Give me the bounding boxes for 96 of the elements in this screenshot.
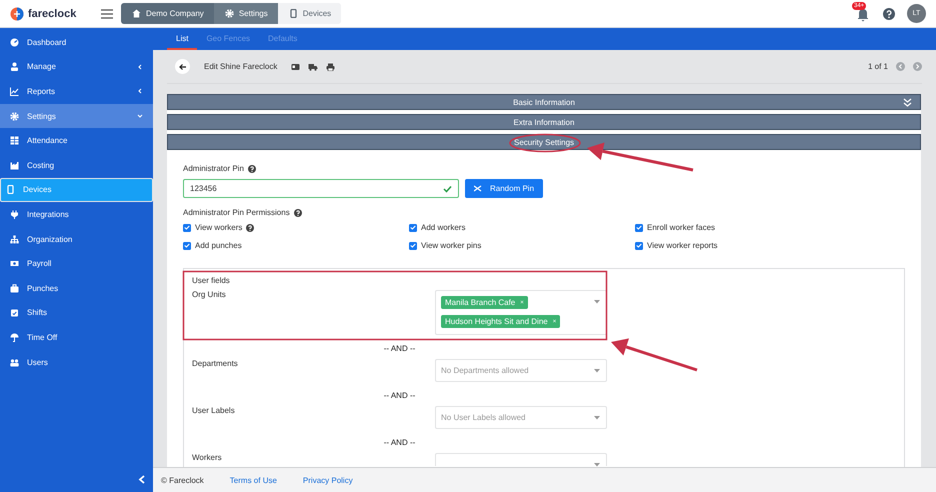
select-field[interactable]: No User Labels allowed (435, 406, 607, 429)
sidebar-item[interactable]: Punches (0, 276, 153, 301)
help-icon[interactable] (883, 8, 895, 20)
line-chart-icon (10, 86, 19, 96)
caret-down-icon (594, 369, 600, 373)
random-pin-button[interactable]: Random Pin (465, 179, 544, 198)
help-icon[interactable] (246, 224, 254, 232)
help-icon[interactable] (248, 164, 256, 172)
factory-icon (10, 160, 19, 170)
shuffle-icon (474, 185, 482, 192)
arrow-left-icon (179, 64, 186, 70)
gear-icon (224, 9, 234, 18)
select-field[interactable] (435, 453, 607, 466)
section-header[interactable]: Basic Information (167, 94, 921, 110)
phone-icon (288, 9, 298, 18)
sidebar-item[interactable]: Users (0, 350, 153, 374)
checkbox[interactable] (183, 242, 191, 250)
sidebar-item[interactable]: Manage (0, 54, 153, 80)
separator-text: -- AND -- (384, 391, 416, 400)
sidebar-item[interactable]: Integrations (0, 202, 153, 227)
person-icon (10, 62, 19, 72)
section-subtitle: User fields (192, 276, 231, 285)
chevron-right-icon (915, 64, 920, 69)
field-label: Org Units (192, 290, 227, 301)
breadcrumb-link[interactable]: Settings (214, 3, 278, 24)
checkbox-label: View worker reports (647, 241, 718, 250)
separator-text: -- AND -- (384, 344, 416, 353)
checkbox[interactable] (409, 224, 417, 232)
field-label: Administrator Pin (183, 164, 244, 173)
briefcase-icon (10, 284, 19, 293)
field-label: Departments (192, 359, 239, 370)
breadcrumb-link[interactable]: Demo Company (121, 3, 214, 24)
chevron-left-icon (898, 64, 903, 69)
checkbox-label: Add workers (421, 223, 466, 232)
logo-icon (10, 6, 24, 20)
checkbox-label: Add punches (195, 241, 242, 250)
pin-input-field[interactable]: 123456 (183, 179, 459, 198)
back-button[interactable] (175, 59, 190, 74)
chevron-icon (137, 64, 143, 70)
checkmark-icon (443, 184, 452, 192)
checkbox[interactable] (409, 242, 417, 250)
id-card-icon[interactable] (291, 62, 300, 70)
collapse-chevron-icon[interactable] (138, 475, 145, 484)
chevron-icon (137, 113, 143, 120)
sidebar-item[interactable]: Settings (0, 104, 153, 128)
truck-icon[interactable] (308, 62, 318, 70)
umbrella-icon (10, 332, 19, 342)
print-icon[interactable] (326, 62, 336, 70)
calendar-check-icon (10, 308, 19, 318)
people-icon (10, 358, 19, 367)
sidebar-item[interactable]: Devices (0, 178, 153, 202)
checkbox-label: View workers (195, 223, 242, 232)
sidebar-item[interactable]: Payroll (0, 251, 153, 276)
chevron-icon (137, 88, 143, 94)
field-label: Workers (192, 453, 223, 464)
tab[interactable]: List (167, 28, 198, 50)
select-field[interactable]: No Departments allowed (435, 359, 607, 382)
double-chevron-icon[interactable] (903, 98, 912, 107)
checkbox[interactable] (183, 224, 191, 232)
help-icon[interactable] (294, 208, 302, 216)
grid-icon (10, 136, 19, 146)
hierarchy-icon (10, 234, 19, 244)
caret-down-icon (594, 300, 600, 304)
checkbox[interactable] (635, 224, 643, 232)
field-label: Administrator Pin Permissions (183, 208, 290, 217)
phone-icon (6, 185, 15, 194)
plug-icon (10, 210, 19, 219)
sidebar-item[interactable]: Costing (0, 152, 153, 178)
footer-link[interactable]: Privacy Policy (302, 476, 353, 484)
section-header[interactable]: Security Settings (167, 134, 921, 150)
logo-text: fareclock (28, 8, 76, 20)
banknote-icon (10, 259, 19, 268)
tag-label: Manila Branch Cafe (445, 298, 516, 307)
sidebar-item[interactable]: Attendance (0, 128, 153, 153)
sidebar-item[interactable]: Shifts (0, 300, 153, 326)
home-icon (132, 9, 141, 18)
checkbox-label: View worker pins (421, 241, 482, 250)
section-header[interactable]: Extra Information (167, 114, 921, 130)
gauge-icon (10, 38, 19, 47)
sidebar-item[interactable]: Organization (0, 226, 153, 252)
separator-text: -- AND -- (384, 438, 416, 447)
copyright-text: © Fareclock (161, 476, 204, 484)
checkbox-label: Enroll worker faces (647, 223, 716, 232)
pager-text: 1 of 1 (868, 62, 888, 71)
menu-icon[interactable] (101, 8, 113, 18)
footer-link[interactable]: Terms of Use (230, 476, 277, 484)
field-label: User Labels (192, 406, 236, 417)
sidebar-item[interactable]: Reports (0, 79, 153, 104)
page-title: Edit Shine Fareclock (204, 62, 278, 71)
annotation-ellipse (509, 134, 581, 152)
checkbox[interactable] (635, 242, 643, 250)
gear-icon (10, 112, 19, 121)
tag-label: Hudson Heights Sit and Dine (445, 317, 548, 326)
sidebar-item[interactable]: Time Off (0, 325, 153, 350)
sidebar-item[interactable]: Dashboard (0, 30, 153, 55)
caret-down-icon (594, 416, 600, 420)
